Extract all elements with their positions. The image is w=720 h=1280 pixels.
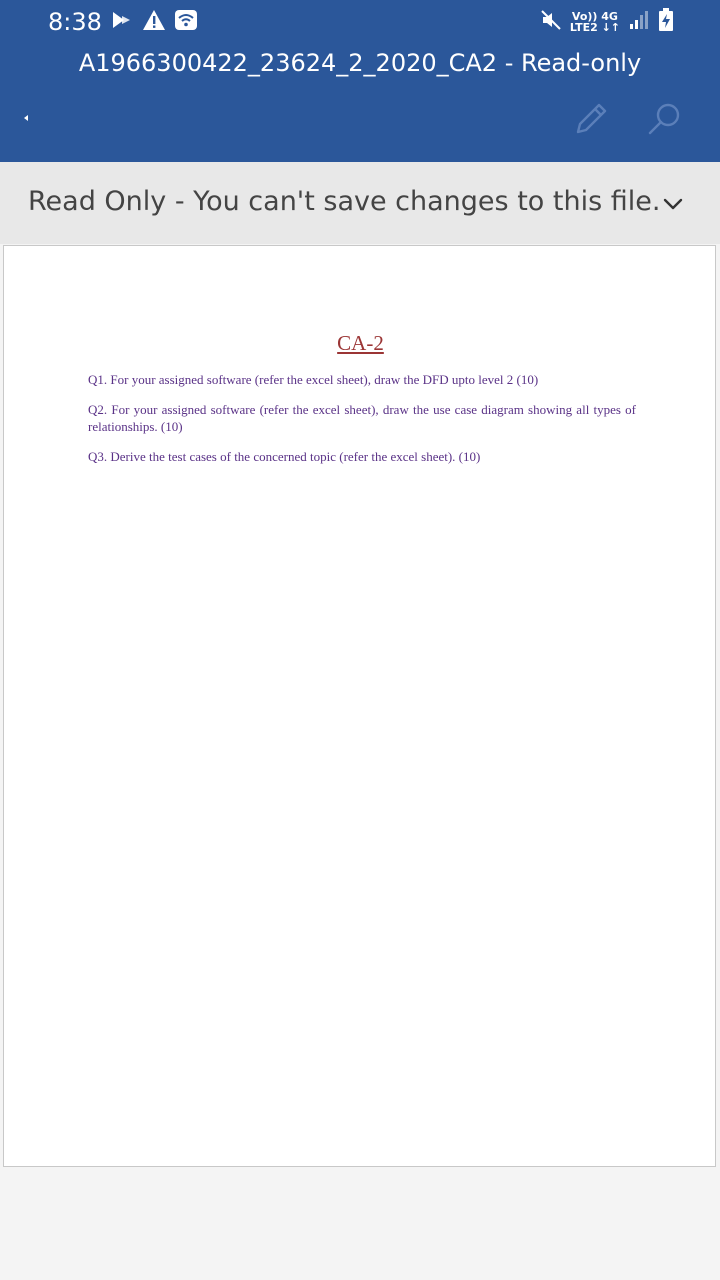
warning-icon bbox=[142, 9, 166, 35]
chevron-down-icon[interactable] bbox=[660, 192, 686, 216]
status-right-icons: Vo)) 4G LTE2 ↓↑ bbox=[540, 8, 674, 36]
battery-charging-icon bbox=[658, 8, 674, 36]
document-heading-text: CA-2 bbox=[337, 331, 384, 355]
network-indicator: Vo)) 4G LTE2 ↓↑ bbox=[570, 11, 620, 33]
status-time: 8:38 bbox=[48, 8, 102, 36]
question-1: Q1. For your assigned software (refer th… bbox=[88, 372, 539, 387]
back-caret-icon[interactable] bbox=[20, 112, 32, 124]
network-bottom-text: LTE2 ↓↑ bbox=[569, 21, 620, 34]
question-2: Q2. For your assigned software (refer th… bbox=[88, 402, 636, 434]
signal-icon bbox=[628, 9, 650, 35]
mute-icon bbox=[540, 9, 562, 35]
edit-pencil-icon[interactable] bbox=[572, 100, 612, 140]
status-left-icons bbox=[110, 9, 198, 35]
document-title: A1966300422_23624_2_2020_CA2 - Read-only bbox=[78, 49, 642, 77]
document-page[interactable]: CA-2 Q1. For your assigned software (ref… bbox=[3, 245, 716, 1167]
document-heading: CA-2 bbox=[4, 330, 717, 356]
search-icon[interactable] bbox=[644, 100, 684, 140]
wifi-icon bbox=[174, 9, 198, 35]
question-3: Q3. Derive the test cases of the concern… bbox=[88, 449, 481, 464]
play-store-icon bbox=[110, 10, 134, 34]
read-only-banner[interactable]: Read Only - You can't save changes to th… bbox=[0, 162, 720, 244]
app-bar: 8:38 Vo)) 4G LTE2 ↓↑ A1966300422_23624_2… bbox=[0, 0, 720, 162]
read-only-message: Read Only - You can't save changes to th… bbox=[28, 186, 661, 217]
